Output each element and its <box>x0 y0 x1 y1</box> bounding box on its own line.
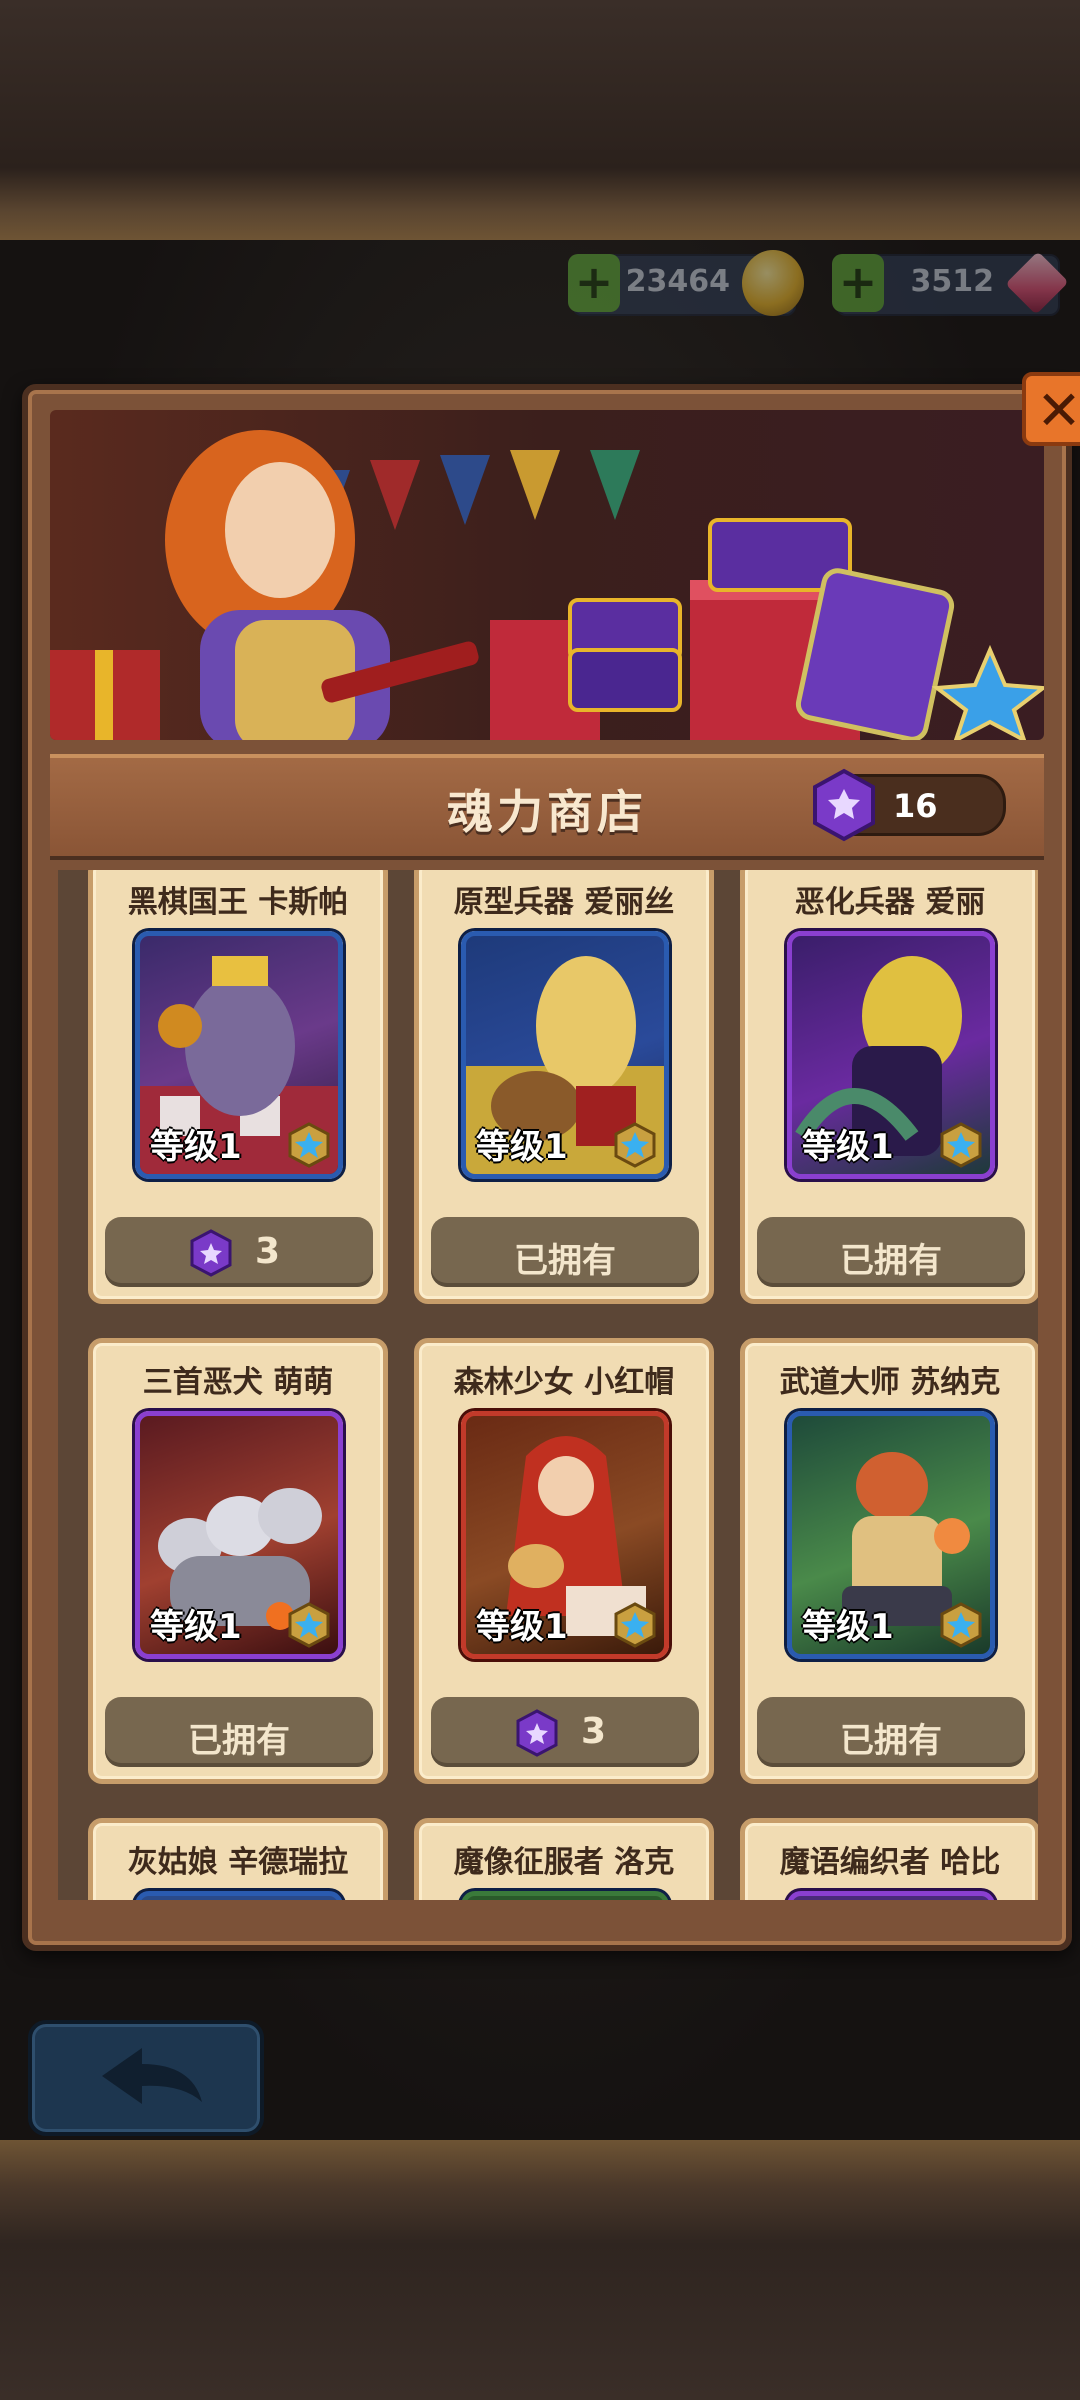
price-label: 3 <box>255 1231 281 1272</box>
hero-portrait: 等级1 <box>787 931 995 1179</box>
hero-portrait: 等级1 <box>461 931 669 1179</box>
hero-portrait <box>787 1891 995 1900</box>
owned-button[interactable]: 已拥有 <box>431 1217 699 1287</box>
bottom-background <box>0 2140 1080 2400</box>
gem-currency-bar[interactable]: + 3512 <box>832 251 1069 316</box>
banner-illustration <box>50 430 1044 740</box>
star-rank-icon <box>940 1122 982 1168</box>
add-gold-button[interactable]: + <box>568 254 620 312</box>
soul-gem-icon <box>813 768 875 842</box>
hero-card[interactable]: 灰姑娘 辛德瑞拉 <box>88 1818 388 1900</box>
hero-portrait: 等级1 <box>135 1411 343 1659</box>
hero-level: 等级1 <box>802 1607 894 1647</box>
hero-card[interactable]: 三首恶犬 萌萌 等级1 已拥有 <box>88 1338 388 1784</box>
owned-button[interactable]: 已拥有 <box>105 1697 373 1767</box>
soul-gem-icon <box>516 1709 558 1757</box>
gold-amount: 23464 <box>625 264 730 299</box>
hero-name: 魔像征服者 洛克 <box>453 1845 675 1880</box>
star-rank-icon <box>614 1602 656 1648</box>
hero-name: 恶化兵器 爱丽 <box>794 885 986 920</box>
hero-name: 森林少女 小红帽 <box>453 1365 675 1400</box>
soul-gem-count: 16 <box>893 787 938 825</box>
star-rank-icon <box>940 1602 982 1648</box>
coin-icon <box>742 250 804 316</box>
shop-header: 魂力商店 16 <box>50 754 1044 860</box>
owned-label: 已拥有 <box>840 1241 942 1281</box>
gold-currency-bar[interactable]: + 23464 <box>568 250 804 316</box>
hero-card[interactable]: 魔语编织者 哈比 <box>740 1818 1038 1900</box>
star-rank-icon <box>288 1602 330 1648</box>
soul-gem-icon <box>190 1229 232 1277</box>
hero-level: 等级1 <box>476 1127 568 1167</box>
gem-amount: 3512 <box>910 264 995 299</box>
owned-button[interactable]: 已拥有 <box>757 1697 1025 1767</box>
hero-name: 武道大师 苏纳克 <box>779 1365 1001 1400</box>
close-button[interactable]: ✕ <box>1022 372 1080 446</box>
hero-name: 三首恶犬 萌萌 <box>142 1365 334 1400</box>
close-icon: ✕ <box>1036 379 1080 442</box>
hero-card[interactable]: 武道大师 苏纳克 等级1 已拥有 <box>740 1338 1038 1784</box>
hero-card[interactable]: 魔像征服者 洛克 <box>414 1818 714 1900</box>
star-rank-icon <box>288 1122 330 1168</box>
top-background <box>0 0 1080 240</box>
hero-card[interactable]: 森林少女 小红帽 等级1 3 <box>414 1338 714 1784</box>
owned-label: 已拥有 <box>514 1241 616 1281</box>
buy-button[interactable]: 3 <box>431 1697 699 1767</box>
hero-card-grid[interactable]: 黑棋国王 卡斯帕 等级1 3 原型兵器 爱丽丝 等级1 已拥有 恶化兵器 爱丽 … <box>58 870 1038 1900</box>
hero-name: 原型兵器 爱丽丝 <box>453 885 675 920</box>
hero-name: 灰姑娘 辛德瑞拉 <box>127 1845 349 1880</box>
hero-card[interactable]: 原型兵器 爱丽丝 等级1 已拥有 <box>414 870 714 1304</box>
soul-gem-balance: 16 <box>813 768 1006 842</box>
hero-portrait <box>461 1891 669 1900</box>
add-gems-button[interactable]: + <box>832 254 884 312</box>
owned-label: 已拥有 <box>840 1721 942 1761</box>
soul-shop-modal: ✕ 魂力商店 16 黑棋国王 卡斯帕 等级1 3 原型兵器 爱丽丝 等级1 已拥… <box>22 372 1080 1951</box>
back-button[interactable] <box>28 2020 264 2136</box>
owned-label: 已拥有 <box>188 1721 290 1761</box>
owned-button[interactable]: 已拥有 <box>757 1217 1025 1287</box>
star-rank-icon <box>614 1122 656 1168</box>
hero-level: 等级1 <box>802 1127 894 1167</box>
gem-icon <box>1005 251 1069 315</box>
hero-level: 等级1 <box>150 1127 242 1167</box>
hero-portrait: 等级1 <box>787 1411 995 1659</box>
price-label: 3 <box>581 1711 607 1752</box>
hero-card[interactable]: 恶化兵器 爱丽 等级1 已拥有 <box>740 870 1038 1304</box>
hero-portrait <box>135 1891 343 1900</box>
hero-portrait: 等级1 <box>461 1411 669 1659</box>
hero-card[interactable]: 黑棋国王 卡斯帕 等级1 3 <box>88 870 388 1304</box>
buy-button[interactable]: 3 <box>105 1217 373 1287</box>
hero-portrait: 等级1 <box>135 931 343 1179</box>
hero-name: 魔语编织者 哈比 <box>779 1845 1001 1880</box>
shop-banner <box>50 410 1044 740</box>
hero-level: 等级1 <box>150 1607 242 1647</box>
hero-level: 等级1 <box>476 1607 568 1647</box>
back-arrow-icon <box>102 2048 202 2104</box>
hero-name: 黑棋国王 卡斯帕 <box>127 885 349 920</box>
